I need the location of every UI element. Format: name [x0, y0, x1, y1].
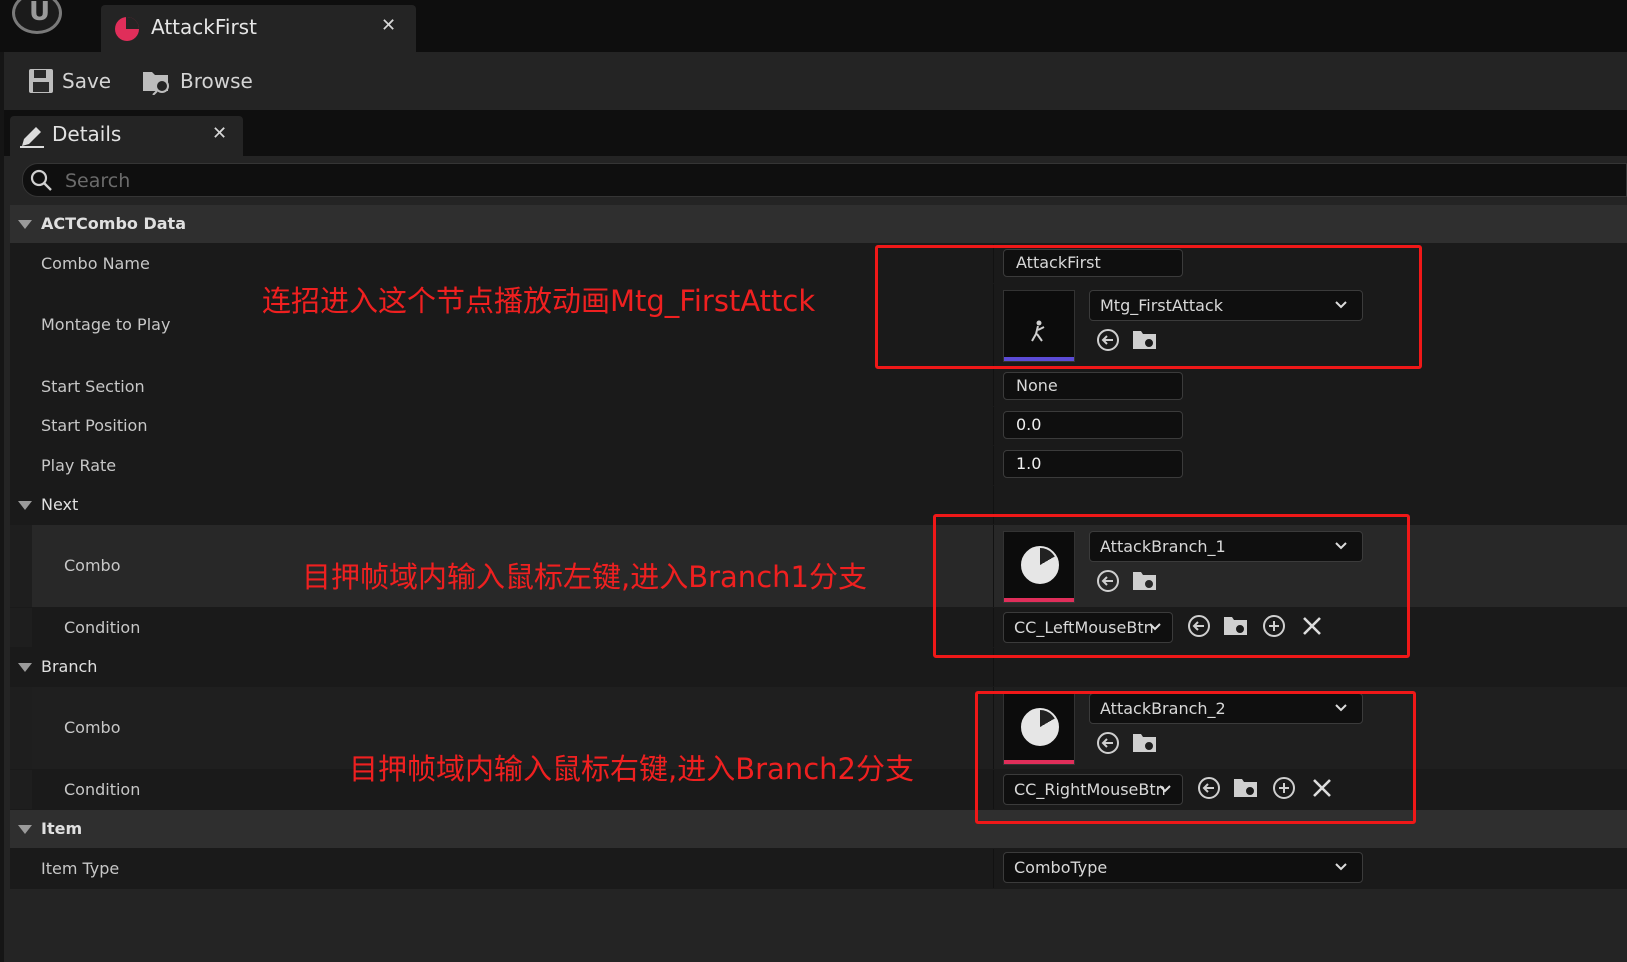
play-rate-field[interactable]: 1.0: [1003, 450, 1183, 478]
property-label: Item Type: [41, 859, 120, 878]
details-pencil-icon: [20, 127, 44, 148]
property-label: Condition: [64, 780, 141, 799]
search-icon: [30, 169, 52, 191]
property-row-item-type: Item Type ComboType: [10, 849, 1627, 889]
unreal-logo-icon[interactable]: U: [12, 0, 62, 34]
save-button[interactable]: Save: [28, 66, 111, 96]
item-type-dropdown[interactable]: ComboType: [1003, 852, 1363, 883]
category-label: Item: [41, 819, 83, 838]
save-icon: [29, 69, 53, 93]
property-label: Montage to Play: [41, 315, 171, 334]
chevron-down-icon: [1334, 859, 1348, 878]
start-position-field[interactable]: 0.0: [1003, 411, 1183, 439]
property-label: Combo Name: [41, 254, 150, 273]
collapse-arrow-icon[interactable]: [18, 663, 32, 672]
toolbar: Save Browse: [4, 52, 1627, 110]
search-box[interactable]: [22, 163, 1627, 197]
property-label: Play Rate: [41, 456, 117, 475]
annotation-box-branch: [975, 691, 1416, 824]
details-header: Details ✕: [4, 110, 1627, 156]
annotation-text-branch: 目押帧域内输入鼠标右键,进入Branch2分支: [349, 752, 914, 786]
close-icon[interactable]: ✕: [381, 15, 396, 36]
details-tab[interactable]: Details ✕: [10, 116, 243, 156]
collapse-arrow-icon[interactable]: [18, 825, 32, 834]
close-icon[interactable]: ✕: [212, 123, 227, 144]
item-type-value: ComboType: [1014, 858, 1108, 877]
property-row-start-position: Start Position 0.0: [10, 407, 1627, 446]
document-tab-title: AttackFirst: [151, 15, 257, 39]
property-row-play-rate: Play Rate 1.0: [10, 446, 1627, 486]
property-label: Combo: [64, 556, 121, 575]
browse-label: Browse: [180, 69, 253, 93]
property-label: Start Section: [41, 377, 145, 396]
collapse-arrow-icon[interactable]: [18, 220, 32, 229]
title-bar: U AttackFirst ✕: [0, 0, 1627, 52]
property-label: Condition: [64, 618, 141, 637]
collapse-arrow-icon[interactable]: [18, 501, 32, 510]
category-label: Branch: [41, 657, 98, 676]
annotation-text-montage: 连招进入这个节点播放动画Mtg_FirstAttck: [262, 284, 816, 318]
search-input[interactable]: [63, 167, 1567, 195]
details-title: Details: [52, 122, 122, 146]
annotation-box-montage: [875, 245, 1422, 369]
property-label: Start Position: [41, 416, 148, 435]
category-actcombo-data[interactable]: ACTCombo Data: [10, 205, 1627, 244]
category-label: ACTCombo Data: [41, 214, 186, 233]
browse-button[interactable]: Browse: [142, 66, 253, 96]
document-tab[interactable]: AttackFirst ✕: [101, 5, 416, 52]
combo-asset-icon: [115, 17, 139, 41]
property-label: Combo: [64, 718, 121, 737]
category-label: Next: [41, 495, 79, 514]
annotation-text-next: 目押帧域内输入鼠标左键,进入Branch1分支: [302, 560, 867, 594]
annotation-box-next: [933, 514, 1410, 658]
start-section-field[interactable]: None: [1003, 372, 1183, 400]
property-row-start-section: Start Section None: [10, 368, 1627, 407]
save-label: Save: [62, 69, 112, 93]
browse-folder-icon: [143, 72, 169, 95]
